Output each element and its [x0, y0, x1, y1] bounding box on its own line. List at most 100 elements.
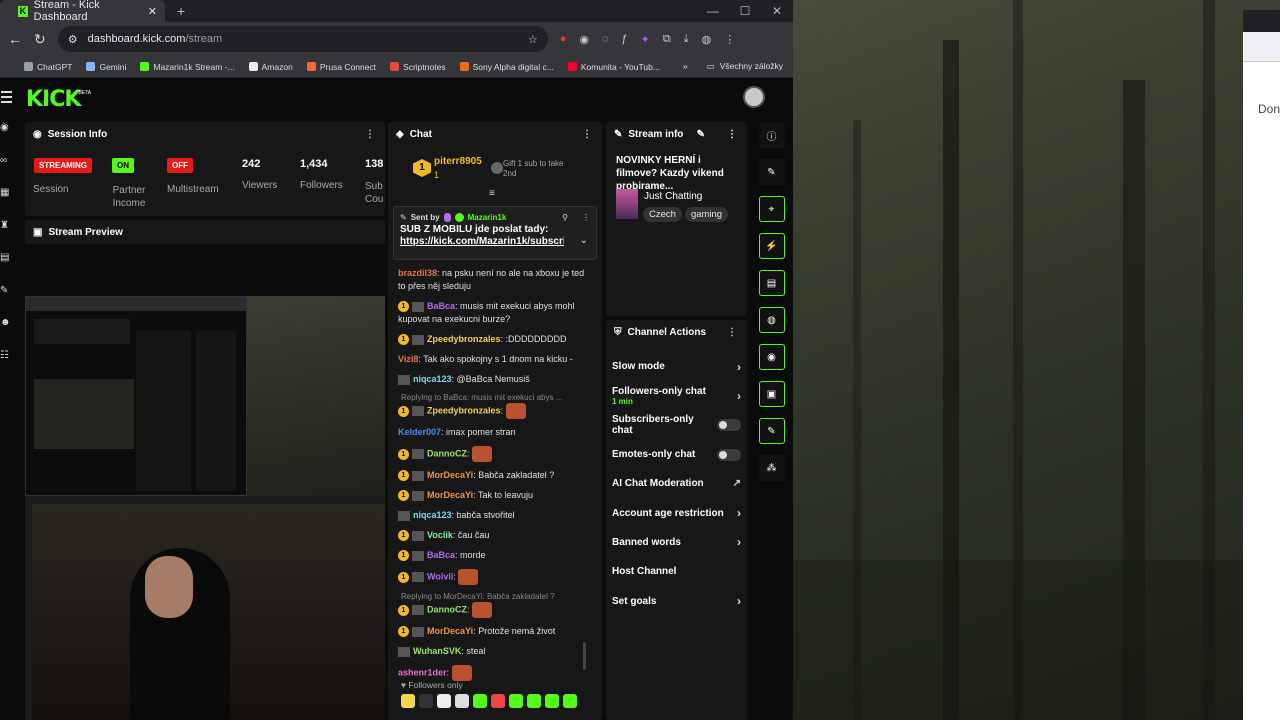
reply-context[interactable]: Replying to MorDecaYi: Babča zakladatel …	[388, 592, 598, 601]
broadcast-nav-icon[interactable]: ◉	[0, 122, 14, 141]
chat-message[interactable]: 1 BaBca: morde	[388, 549, 598, 562]
minimize-icon[interactable]: —	[697, 0, 729, 22]
layout-icon[interactable]: ▣	[758, 381, 785, 407]
pencil-icon[interactable]: ✎	[758, 159, 785, 185]
camera-extension-icon[interactable]: ◉	[579, 33, 589, 46]
chat-username[interactable]: MorDecaYi	[427, 470, 473, 480]
emote-icon[interactable]	[419, 694, 433, 708]
edit-icon[interactable]: ✎	[697, 129, 705, 140]
chat-username[interactable]: Kelder007	[398, 427, 441, 437]
chat-message[interactable]: Vizi8: Tak ako spokojny s 1 dnom na kick…	[388, 353, 598, 366]
pinned-message[interactable]: ✎ Sent by Mazarin1k ⚲ ⋮ SUB Z MOBILU jde…	[393, 206, 597, 260]
new-tab-icon[interactable]: +	[177, 3, 185, 19]
chat-message[interactable]: niqca123: @BaBca Nemusiš	[388, 373, 598, 386]
extension-icon[interactable]: ✦	[641, 33, 650, 46]
collapse-icon[interactable]: ≡	[489, 188, 495, 199]
chat-username[interactable]: DannoCZ	[427, 604, 467, 614]
trophy-nav-icon[interactable]: ♜	[0, 220, 14, 239]
channel-action-item[interactable]: AI Chat Moderation ↗	[606, 469, 747, 498]
chat-message[interactable]: 1 Zpeedybronzales:	[388, 403, 598, 419]
channel-action-item[interactable]: Subscribers-only chat	[606, 411, 747, 440]
chat-message[interactable]: 1 BaBca: musis mit exekuci abys mohl kupo…	[388, 300, 598, 326]
url-field[interactable]: ⚙ dashboard.kick.com/stream ☆	[57, 26, 548, 52]
menu-icon[interactable]: ⋮	[724, 33, 735, 46]
chart-nav-icon[interactable]: ▦	[0, 187, 14, 206]
maximize-icon[interactable]: ☐	[729, 0, 761, 22]
bookmark-star-icon[interactable]: ☆	[528, 33, 538, 46]
puzzle-icon[interactable]: ⧉	[663, 33, 671, 46]
chat-message[interactable]: 1 MorDecaYi: Tak to leavuju	[388, 489, 598, 502]
bookmark-item[interactable]: Komunita - YouTub...	[567, 62, 660, 72]
wrench-icon[interactable]: ✎	[758, 418, 785, 444]
chat-username[interactable]: Zpeedybronzales	[427, 405, 501, 415]
link-nav-icon[interactable]: ∞	[0, 155, 14, 174]
site-info-icon[interactable]: ⚙	[68, 33, 78, 46]
chat-username[interactable]: BaBca	[427, 550, 455, 560]
settings-nav-icon[interactable]: ☷	[0, 350, 14, 369]
extension-icon[interactable]: ƒ	[622, 33, 628, 45]
stream-info-options-icon[interactable]: ⋮	[727, 129, 737, 140]
nodes-icon[interactable]: ⁂	[758, 455, 785, 481]
category-name[interactable]: Just Chatting	[644, 191, 702, 202]
user-avatar[interactable]	[743, 86, 765, 108]
chat-message[interactable]: 1 MorDecaYi: Protože nemá život	[388, 625, 598, 638]
bookmark-item[interactable]: Mazarin1k Stream -...	[140, 62, 235, 72]
chat-message[interactable]: 1 MorDecaYi: Babča zakladatel ?	[388, 469, 598, 482]
chat-username[interactable]: ashenr1der	[398, 667, 447, 677]
emote-icon[interactable]	[437, 694, 451, 708]
chat-message[interactable]: 1 DannoCZ:	[388, 446, 598, 462]
close-window-icon[interactable]: ✕	[761, 0, 793, 22]
chat-message[interactable]: WuhanSVK: steal	[388, 645, 598, 658]
second-browser-window[interactable]: Don	[1243, 10, 1280, 720]
extension-icon[interactable]: ●	[560, 33, 567, 45]
bookmark-item[interactable]: Scriptnotes	[390, 62, 446, 72]
pinned-link[interactable]: https://kick.com/Mazarin1k/subscri...	[394, 235, 564, 248]
broadcast-icon[interactable]: ◉	[758, 344, 785, 370]
chat-username[interactable]: BaBca	[427, 301, 455, 311]
toggle-switch[interactable]	[717, 419, 741, 432]
chat-message[interactable]: brazdil38: na psku není no ale na xboxu …	[388, 267, 598, 293]
document-icon[interactable]: ▤	[758, 270, 785, 296]
chat-message[interactable]: 1 Voclik: čau čau	[388, 529, 598, 542]
chat-message[interactable]: niqca123: babča stvořitel	[388, 509, 598, 522]
toggle-switch[interactable]	[717, 448, 741, 461]
chevron-down-icon[interactable]: ⌄	[580, 235, 588, 246]
bookmark-item[interactable]: Amazon	[248, 62, 293, 72]
chat-message[interactable]: 1 Woivii:	[388, 569, 598, 585]
chat-message[interactable]: 1 Zpeedybronzales: :DDDDDDDDD	[388, 333, 598, 346]
reload-icon[interactable]: ↻	[34, 31, 46, 48]
profile-icon[interactable]: ◍	[702, 33, 712, 46]
emote-icon[interactable]	[509, 694, 523, 708]
emote-icon[interactable]	[473, 694, 487, 708]
chat-message[interactable]: Kelder007: imax pomer stran	[388, 426, 598, 439]
bookmark-item[interactable]: ChatGPT	[24, 62, 72, 72]
emote-icon[interactable]	[455, 694, 469, 708]
chat-username[interactable]: MorDecaYi	[427, 626, 473, 636]
gift-hint[interactable]: Gift 1 sub to take 2nd	[503, 159, 573, 179]
channel-action-item[interactable]: Emotes-only chat	[606, 440, 747, 469]
emote-icon[interactable]	[401, 694, 415, 708]
download-icon[interactable]: ⤓	[684, 33, 689, 46]
hamburger-menu-icon[interactable]	[1, 91, 12, 106]
bookmark-item[interactable]: Prusa Connect	[306, 62, 376, 72]
pin-icon[interactable]: ⚲	[562, 213, 568, 222]
chat-username[interactable]: Woivii	[427, 571, 453, 581]
pinned-sender[interactable]: Mazarin1k	[468, 213, 507, 222]
bookmark-item[interactable]: Gemini	[86, 62, 126, 72]
chat-scrollbar[interactable]	[583, 642, 586, 670]
all-bookmarks[interactable]: » ▭ Všechny záložky	[683, 61, 783, 72]
chat-username[interactable]: Vizi8	[398, 354, 418, 364]
chat-username[interactable]: Zpeedybronzales	[427, 334, 501, 344]
reply-context[interactable]: Replying to BaBca: musis mit exekuci aby…	[388, 393, 598, 402]
chat-message[interactable]: ashenr1der:	[388, 665, 598, 681]
emote-icon[interactable]	[491, 694, 505, 708]
chat-username[interactable]: MorDecaYi	[427, 490, 473, 500]
more-options-icon[interactable]: ⋮	[365, 129, 375, 140]
channel-action-item[interactable]: Host Channel	[606, 557, 747, 586]
chat-username[interactable]: brazdil38	[398, 268, 437, 278]
kick-logo[interactable]: KICK	[26, 87, 81, 112]
chat-message[interactable]: 1 DannoCZ:	[388, 602, 598, 618]
channel-action-item[interactable]: Slow mode ›	[606, 352, 747, 381]
channel-action-item[interactable]: Account age restriction ›	[606, 498, 747, 527]
wrench-nav-icon[interactable]: ✎	[0, 285, 14, 304]
